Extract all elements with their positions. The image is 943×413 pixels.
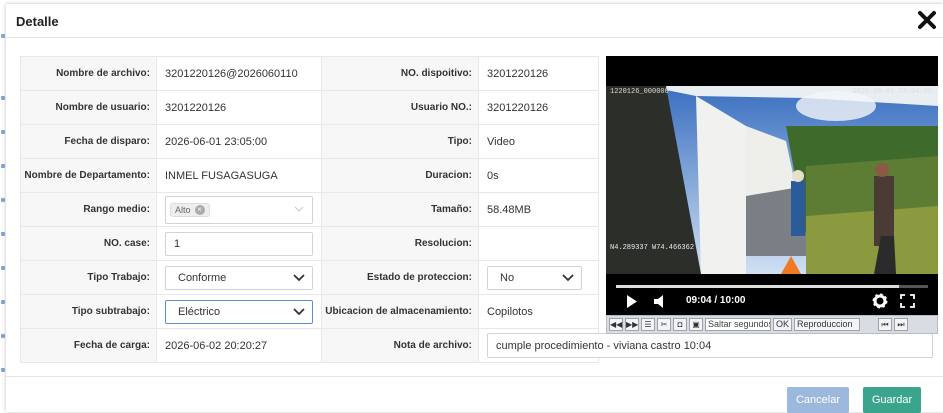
subwork-type-cell: Eléctrico	[156, 294, 322, 329]
user-no-value: 3201220126	[478, 90, 599, 125]
play-icon[interactable]	[626, 295, 638, 308]
range-label: Rango medio:	[20, 192, 157, 227]
save-button[interactable]: Guardar	[863, 387, 921, 413]
form-row: Nombre de archivo: 3201220126@2026060110…	[20, 56, 599, 91]
video-overlay-timestamp: 2026-06-01 23:04:06	[852, 88, 932, 96]
upload-date-label: Fecha de carga:	[20, 328, 157, 363]
form-row: Fecha de carga: 2026-06-02 20:20:27 Nota…	[20, 328, 933, 363]
previous-button[interactable]: ⏮	[878, 318, 893, 331]
detail-dialog: Detalle Nombre de archivo: 3201220126@20…	[6, 4, 943, 413]
file-name-text: 3201220126@2026060110	[165, 67, 298, 80]
subwork-type-label: Tipo subtrabajo:	[20, 294, 157, 329]
dialog-header: Detalle	[6, 4, 943, 38]
dialog-title: Detalle	[16, 14, 59, 29]
cancel-button[interactable]: Cancelar	[787, 387, 849, 413]
storage-location-label: Ubicacion de almacenamiento:	[321, 294, 479, 329]
duration-label: Duracion:	[321, 158, 479, 193]
department-value: INMEL FUSAGASUGA	[156, 158, 322, 193]
chevron-down-icon	[562, 274, 574, 282]
user-name-value: 3201220126	[156, 90, 322, 125]
detail-form: Nombre de archivo: 3201220126@2026060110…	[20, 56, 933, 363]
video-overlay-gps: N4.289337 W74.466362	[610, 244, 695, 252]
form-row: Nombre de Departamento: INMEL FUSAGASUGA…	[20, 158, 599, 193]
storage-location-value: Copilotos	[478, 294, 599, 329]
remove-chip-icon[interactable]: ×	[194, 204, 205, 215]
form-row: Tipo Trabajo: Conforme Estado de protecc…	[20, 260, 599, 295]
skip-seconds-input[interactable]: Saltar segundos	[705, 318, 771, 331]
work-type-selected: Conforme	[178, 271, 227, 284]
form-row: Rango medio: Alto × Tamaño: 58.48MB	[20, 192, 599, 227]
duration-value: 0s	[478, 158, 599, 193]
video-player[interactable]: 1220126_000000 2026-06-01 23:04:06 N4.28…	[606, 56, 938, 332]
work-type-label: Tipo Trabajo:	[20, 260, 157, 295]
case-no-text: 1	[174, 237, 181, 250]
file-name-value: 3201220126@2026060110	[156, 56, 322, 91]
device-no-value: 3201220126	[478, 56, 599, 91]
type-value: Video	[478, 124, 599, 159]
work-type-select[interactable]: Conforme	[165, 265, 313, 290]
case-no-input[interactable]: 1	[165, 231, 313, 256]
video-time: 09:04 / 10:00	[686, 295, 746, 306]
type-label: Tipo:	[321, 124, 479, 159]
frame-list-button[interactable]: ☰	[641, 318, 655, 331]
settings-icon[interactable]	[872, 293, 888, 309]
protection-state-selected: No	[500, 271, 515, 284]
resolution-value	[478, 226, 599, 261]
range-chip: Alto ×	[170, 202, 210, 217]
subwork-type-select[interactable]: Eléctrico	[165, 299, 313, 324]
file-name-label: Nombre de archivo:	[20, 56, 157, 91]
fast-forward-button[interactable]: ▶▶	[625, 318, 639, 331]
ok-button[interactable]: OK	[773, 318, 793, 331]
playback-button[interactable]: Reproduccion	[794, 318, 861, 331]
chevron-down-icon	[293, 308, 305, 316]
video-progress-bar[interactable]	[616, 285, 928, 288]
volume-icon[interactable]	[654, 295, 666, 308]
rewind-button[interactable]: ◀◀	[609, 318, 623, 331]
user-no-label: Usuario NO.:	[321, 90, 479, 125]
video-toolbar: ◀◀ ▶▶ ☰ ✂ ◘ ▣ Saltar segundos OK Reprodu…	[606, 315, 938, 334]
range-multiselect[interactable]: Alto ×	[165, 195, 313, 224]
form-row: NO. case: 1 Resolucion:	[20, 226, 599, 261]
protection-state-cell: No	[478, 260, 599, 295]
step-button[interactable]: ▣	[689, 318, 703, 331]
trigger-date-label: Fecha de disparo:	[20, 124, 157, 159]
snapshot-button[interactable]: ◘	[673, 318, 687, 331]
video-progress-fill	[616, 285, 899, 288]
cut-button[interactable]: ✂	[657, 318, 671, 331]
form-row: Nombre de usuario: 3201220126 Usuario NO…	[20, 90, 599, 125]
protection-state-select[interactable]: No	[487, 265, 582, 290]
user-name-label: Nombre de usuario:	[20, 90, 157, 125]
form-row: Tipo subtrabajo: Eléctrico Ubicacion de …	[20, 294, 599, 329]
protection-state-label: Estado de proteccion:	[321, 260, 479, 295]
subwork-type-selected: Eléctrico	[178, 305, 221, 318]
file-note-cell: cumple procedimiento - viviana castro 10…	[478, 328, 933, 363]
file-note-text: cumple procedimiento - viviana castro 10…	[496, 339, 712, 352]
close-icon[interactable]	[917, 10, 937, 30]
fullscreen-icon[interactable]	[900, 294, 915, 308]
case-no-cell: 1	[156, 226, 322, 261]
upload-date-value: 2026-06-02 20:20:27	[156, 328, 322, 363]
case-no-label: NO. case:	[20, 226, 157, 261]
form-row: Fecha de disparo: 2026-06-01 23:05:00 Ti…	[20, 124, 599, 159]
file-note-input[interactable]: cumple procedimiento - viviana castro 10…	[487, 333, 933, 358]
range-cell: Alto ×	[156, 192, 322, 227]
dialog-footer: Cancelar Guardar	[6, 376, 943, 413]
trigger-date-value: 2026-06-01 23:05:00	[156, 124, 322, 159]
file-note-label: Nota de archivo:	[321, 328, 479, 363]
video-overlay-id: 1220126_000000	[610, 88, 669, 96]
device-no-label: NO. dispoitivo:	[321, 56, 479, 91]
next-button[interactable]: ⏭	[894, 318, 909, 331]
range-chip-label: Alto	[175, 204, 191, 215]
chevron-down-icon	[294, 206, 304, 212]
resolution-label: Resolucion:	[321, 226, 479, 261]
size-value: 58.48MB	[478, 192, 599, 227]
video-controls: 09:04 / 10:00	[606, 292, 938, 312]
size-label: Tamaño:	[321, 192, 479, 227]
chevron-down-icon	[293, 274, 305, 282]
department-label: Nombre de Departamento:	[20, 158, 157, 193]
work-type-cell: Conforme	[156, 260, 322, 295]
